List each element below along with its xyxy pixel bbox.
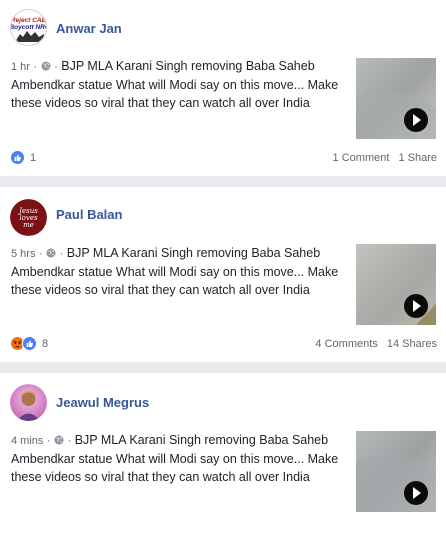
post-time[interactable]: 1 hr	[11, 61, 30, 73]
globe-icon	[46, 248, 56, 258]
like-reaction-icon	[10, 150, 25, 165]
reactions-summary[interactable]: 8	[10, 336, 48, 351]
shares-link[interactable]: 1 Share	[398, 152, 437, 164]
svg-text:Boycott NRC: Boycott NRC	[11, 24, 47, 31]
video-thumbnail[interactable]	[356, 431, 436, 512]
time-separator: ·	[46, 435, 51, 447]
shares-link[interactable]: 14 Shares	[387, 338, 437, 350]
play-icon[interactable]	[404, 108, 428, 132]
globe-icon	[41, 61, 51, 71]
post-separator-dot: ·	[67, 435, 72, 447]
post-separator-dot: ·	[59, 248, 64, 260]
post-author[interactable]: Jeawul Megrus	[56, 395, 149, 410]
post-time[interactable]: 4 mins	[11, 435, 43, 447]
time-separator: ·	[33, 61, 38, 73]
play-icon[interactable]	[404, 481, 428, 505]
time-separator: ·	[38, 248, 43, 260]
post-card: Jeawul Megrus 4 mins · · BJP MLA Karani …	[0, 373, 446, 534]
avatar[interactable]: Reject CAB, Boycott NRC	[10, 9, 47, 46]
comments-link[interactable]: 4 Comments	[315, 338, 377, 350]
reaction-count: 8	[42, 337, 49, 350]
post-card: Reject CAB, Boycott NRC Anwar Jan 1 hr ·…	[0, 0, 446, 176]
svg-text:Reject CAB,: Reject CAB,	[11, 17, 47, 24]
reactions-summary[interactable]: 1	[10, 150, 36, 165]
post-separator-dot: ·	[54, 61, 58, 73]
reaction-count: 1	[30, 151, 37, 164]
globe-icon	[54, 435, 64, 445]
post-card: Jesus loves me Paul Balan 5 hrs · · BJP …	[0, 187, 446, 362]
post-text-block: 4 mins · · BJP MLA Karani Singh removing…	[11, 431, 346, 486]
post-time[interactable]: 5 hrs	[11, 248, 35, 260]
svg-text:me: me	[23, 221, 34, 229]
video-thumbnail[interactable]	[356, 58, 436, 139]
play-icon[interactable]	[404, 294, 428, 318]
post-text: BJP MLA Karani Singh removing Baba Saheb…	[11, 59, 339, 110]
avatar[interactable]: Jesus loves me	[10, 199, 47, 236]
comments-link[interactable]: 1 Comment	[333, 152, 390, 164]
engagement-counts: 1 Comment 1 Share	[333, 152, 437, 164]
post-author[interactable]: Paul Balan	[56, 207, 122, 222]
engagement-counts: 4 Comments 14 Shares	[315, 338, 437, 350]
post-author[interactable]: Anwar Jan	[56, 21, 122, 36]
video-thumbnail[interactable]	[356, 244, 436, 325]
post-text-block: 1 hr · · BJP MLA Karani Singh removing B…	[11, 57, 346, 112]
post-text-block: 5 hrs · · BJP MLA Karani Singh removing …	[11, 244, 346, 299]
like-reaction-icon	[22, 336, 37, 351]
avatar[interactable]	[10, 384, 47, 421]
